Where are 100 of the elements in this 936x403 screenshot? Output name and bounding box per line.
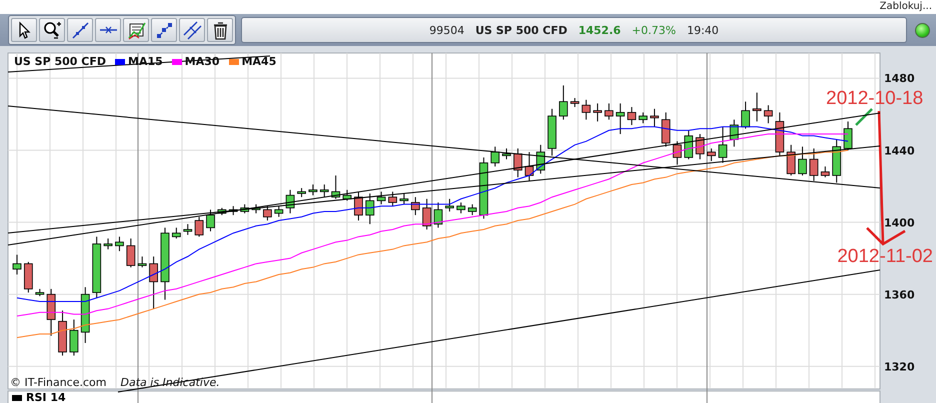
- candlestick: [798, 146, 807, 176]
- candlestick: [616, 102, 625, 135]
- tool-button[interactable]: [123, 18, 149, 42]
- candlestick: [730, 119, 739, 148]
- candlestick: [80, 286, 90, 344]
- legend-label: MA45: [242, 55, 276, 68]
- candlestick: [104, 238, 112, 250]
- candlestick: [149, 256, 158, 310]
- candlestick: [331, 174, 340, 200]
- tool-button[interactable]: [179, 18, 205, 42]
- tool-button[interactable]: [151, 18, 177, 42]
- candlestick: [35, 288, 44, 297]
- candlestick: [536, 144, 546, 174]
- candlestick: [696, 134, 704, 160]
- candlestick: [115, 236, 124, 252]
- instrument-label: US SP 500 CFD: [14, 55, 106, 68]
- date-annotation: 2012-11-02: [837, 246, 933, 267]
- candlestick: [468, 204, 477, 216]
- instrument-name: US SP 500 CFD: [475, 24, 568, 36]
- candlestick: [718, 126, 728, 164]
- pen-stroke: [855, 108, 873, 126]
- candlestick: [320, 184, 329, 198]
- candlestick: [354, 191, 363, 221]
- candlestick: [138, 256, 147, 268]
- candlestick: [194, 216, 204, 238]
- quote-code: 99504: [429, 24, 464, 36]
- candlestick: [513, 148, 522, 178]
- candlestick: [218, 207, 226, 216]
- candlestick: [24, 261, 33, 294]
- candlestick: [183, 224, 192, 236]
- candlestick: [559, 84, 568, 120]
- parallel-lines-icon: [182, 20, 202, 40]
- candlestick: [376, 191, 386, 205]
- candlestick: [70, 319, 78, 356]
- candlestick: [366, 192, 374, 225]
- candlestick: [548, 108, 556, 156]
- candlestick: [775, 112, 784, 156]
- candlestick: [502, 148, 511, 160]
- candlestick: [604, 102, 614, 120]
- candlestick: [524, 152, 534, 182]
- candlestick: [172, 227, 181, 239]
- candlestick: [252, 204, 260, 214]
- candlestick: [456, 202, 466, 214]
- price-axis-label: 1480: [884, 72, 915, 86]
- candlestick: [786, 144, 796, 176]
- tool-button[interactable]: [11, 18, 37, 42]
- date-annotation: 2012-10-18: [826, 88, 924, 109]
- candlestick: [286, 189, 295, 214]
- candlestick: [422, 198, 432, 230]
- candlestick: [752, 92, 762, 122]
- candlestick: [434, 202, 443, 228]
- candlestick: [650, 108, 659, 128]
- candlestick: [206, 209, 215, 232]
- price-axis-label: 1360: [884, 288, 915, 302]
- candlestick: [661, 112, 670, 148]
- candlestick: [820, 166, 830, 178]
- tool-button[interactable]: [67, 18, 93, 42]
- block-link[interactable]: Zablokuj...: [880, 0, 936, 14]
- candlestick: [593, 102, 602, 122]
- candlestick: [228, 206, 238, 216]
- price-axis-label: 1440: [884, 144, 915, 158]
- candlestick: [764, 104, 773, 124]
- candlestick: [12, 254, 22, 276]
- zoom-in-icon: [42, 20, 62, 40]
- candlestick: [263, 206, 272, 221]
- candlestick: [46, 288, 56, 336]
- rsi-label: RSI 14: [26, 391, 66, 403]
- candlestick: [707, 148, 716, 162]
- candlestick: [582, 99, 591, 120]
- candlestick: [92, 236, 102, 298]
- candlestick: [627, 106, 636, 126]
- candlestick: [400, 192, 408, 205]
- candlestick: [741, 101, 750, 130]
- tool-button[interactable]: [207, 18, 233, 42]
- price-axis-label: 1400: [884, 216, 915, 230]
- candlestick: [479, 156, 488, 220]
- candlestick: [844, 120, 852, 151]
- candlestick: [388, 191, 398, 207]
- candlestick: [411, 196, 420, 216]
- copyright-text: © IT-Finance.com: [10, 376, 106, 389]
- candlestick: [490, 146, 500, 167]
- candlestick: [297, 188, 306, 198]
- status-light-icon: [915, 22, 930, 38]
- price-axis-label: 1320: [884, 360, 915, 374]
- candlestick: [240, 204, 250, 214]
- candlestick: [58, 310, 67, 356]
- candlestick: [684, 130, 694, 160]
- candlestick: [638, 112, 648, 124]
- candlestick: [809, 148, 818, 182]
- candlestick: [832, 138, 842, 184]
- tool-button[interactable]: [95, 18, 121, 42]
- candlestick: [445, 198, 454, 212]
- tool-button[interactable]: [39, 18, 65, 42]
- candlestick: [308, 184, 318, 196]
- price-change: +0.73%: [632, 24, 676, 36]
- quote-time: 19:40: [686, 24, 719, 36]
- candlestick: [672, 140, 682, 166]
- trend-line-icon: [70, 20, 90, 40]
- candlestick: [274, 206, 284, 218]
- price: 1452.6: [578, 24, 621, 36]
